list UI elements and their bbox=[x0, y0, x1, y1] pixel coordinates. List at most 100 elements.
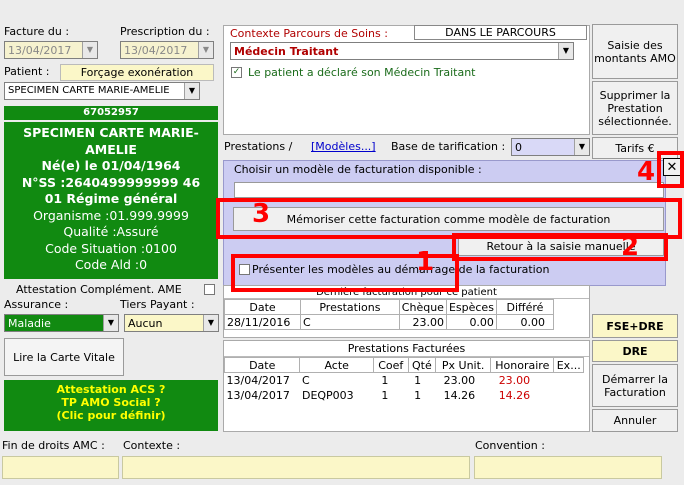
table-cell: DEQP003 bbox=[301, 388, 354, 402]
card-name-line1: SPECIMEN CARTE MARIE- bbox=[23, 125, 199, 140]
chevron-down-icon[interactable]: ▼ bbox=[203, 315, 218, 331]
facture-date-label: Facture du : bbox=[4, 25, 70, 38]
card-regime: 01 Régime général bbox=[44, 191, 178, 206]
contexte-label: Contexte Parcours de Soins : bbox=[230, 27, 388, 40]
card-born: Né(e) le 01/04/1964 bbox=[41, 158, 181, 173]
patient-number: 67052957 bbox=[4, 106, 218, 120]
card-nss: N°SS :2640499999999 46 bbox=[21, 174, 201, 190]
table-cell: 23.00 bbox=[398, 314, 447, 330]
medecin-traitant-select[interactable]: Médecin Traitant ▼ bbox=[230, 42, 574, 60]
patient-select[interactable]: SPECIMEN CARTE MARIE-AMELIE ▼ bbox=[4, 82, 200, 100]
column-header: Chèque bbox=[398, 299, 447, 315]
dre-button[interactable]: DRE bbox=[592, 340, 678, 362]
attestation-amc-checkbox[interactable] bbox=[204, 284, 215, 295]
card-organisme: Organisme :01.999.9999 bbox=[33, 207, 189, 223]
chevron-down-icon[interactable]: ▼ bbox=[574, 139, 589, 155]
column-header: Ex... bbox=[553, 357, 584, 373]
medecin-declared-label: Le patient a déclaré son Médecin Traitan… bbox=[248, 66, 476, 79]
tiers-payant-select[interactable]: Aucun ▼ bbox=[124, 314, 219, 332]
vitale-card-info: SPECIMEN CARTE MARIE- AMELIE Né(e) le 01… bbox=[4, 122, 218, 279]
acs-line2: TP AMO Social ? bbox=[61, 396, 161, 409]
chevron-down-icon[interactable]: ▼ bbox=[198, 42, 213, 58]
supprimer-prestation-button[interactable]: Supprimer la Prestation sélectionnée. bbox=[592, 81, 678, 135]
column-header: Honoraire bbox=[490, 357, 555, 373]
column-header: Prestations bbox=[300, 299, 400, 315]
table-cell: 23.00 bbox=[443, 373, 476, 387]
prescription-date-field[interactable]: 13/04/2017 ▼ bbox=[120, 41, 214, 59]
chevron-down-icon[interactable]: ▼ bbox=[558, 43, 573, 59]
modele-select[interactable] bbox=[234, 182, 664, 198]
acs-attestation-box[interactable]: Attestation ACS ? TP AMO Social ? (Clic … bbox=[4, 380, 218, 431]
annotation-number-3: 3 bbox=[252, 199, 271, 229]
base-tarification-select[interactable]: 0 ▼ bbox=[511, 138, 590, 156]
table-cell bbox=[554, 373, 584, 388]
column-header: Acte bbox=[299, 357, 374, 373]
prescription-date-label: Prescription du : bbox=[120, 25, 210, 38]
fin-droits-field bbox=[2, 456, 119, 479]
assurance-select[interactable]: Maladie ▼ bbox=[4, 314, 119, 332]
table-cell: 0.00 bbox=[495, 314, 555, 330]
table-cell: 1 bbox=[414, 388, 422, 402]
column-header: Qté bbox=[407, 357, 437, 373]
table-row[interactable]: 13/04/2017 C 1 1 23.00 23.00 bbox=[225, 373, 584, 388]
convention-field bbox=[474, 456, 662, 479]
chevron-down-icon[interactable]: ▼ bbox=[103, 315, 118, 331]
fin-droits-label: Fin de droits AMC : bbox=[2, 439, 105, 452]
table-cell: 14.26 bbox=[443, 388, 476, 402]
lire-carte-vitale-button[interactable]: Lire la Carte Vitale bbox=[4, 338, 124, 376]
card-code-situation: Code Situation :0100 bbox=[45, 240, 177, 256]
billed-title: Prestations Facturées bbox=[224, 341, 589, 357]
chevron-down-icon[interactable]: ▼ bbox=[184, 83, 199, 99]
acs-line3: (Clic pour définir) bbox=[56, 409, 166, 422]
base-tarification-label: Base de tarification : bbox=[391, 140, 506, 153]
choose-modele-label: Choisir un modèle de facturation disponi… bbox=[234, 163, 482, 176]
annotation-box-3 bbox=[216, 198, 682, 239]
table-cell bbox=[554, 388, 584, 403]
column-header: Coef bbox=[372, 357, 409, 373]
annotation-box-4 bbox=[657, 151, 684, 188]
medecin-declared-checkbox[interactable]: ✓ bbox=[231, 67, 242, 78]
tiers-payant-label: Tiers Payant : bbox=[120, 298, 195, 311]
convention-label: Convention : bbox=[475, 439, 545, 452]
forcage-exoneration-button[interactable]: Forçage exonération bbox=[60, 64, 214, 81]
card-qualite: Qualité :Assuré bbox=[63, 224, 159, 239]
facture-date-field[interactable]: 13/04/2017 ▼ bbox=[4, 41, 98, 59]
contexte-field bbox=[122, 456, 470, 479]
annotation-number-4: 4 bbox=[637, 157, 656, 187]
column-header: Différé bbox=[495, 299, 555, 315]
card-name-line2: AMELIE bbox=[85, 141, 137, 157]
modeles-link[interactable]: [Modèles...] bbox=[311, 140, 376, 153]
table-cell: C bbox=[300, 314, 400, 330]
annuler-button[interactable]: Annuler bbox=[592, 409, 678, 432]
card-code-ald: Code Ald :0 bbox=[74, 257, 148, 272]
billed-prestations-panel: Prestations Facturées Date Acte Coef Qté… bbox=[223, 340, 590, 432]
billed-table: Date Acte Coef Qté Px Unit. Honoraire Ex… bbox=[223, 357, 584, 403]
last-billing-panel: Dernière facturation pour ce patient Dat… bbox=[223, 285, 590, 338]
acs-line1: Attestation ACS ? bbox=[56, 383, 166, 396]
annotation-number-1: 1 bbox=[416, 247, 435, 277]
column-header: Espèces bbox=[445, 299, 497, 315]
table-cell: 23.00 bbox=[498, 373, 531, 387]
table-cell: 13/04/2017 bbox=[226, 373, 290, 387]
patient-label: Patient : bbox=[4, 65, 50, 78]
table-cell: 1 bbox=[381, 373, 389, 387]
chevron-down-icon[interactable]: ▼ bbox=[82, 42, 97, 58]
attestation-amc-label: Attestation Complément. AME bbox=[16, 283, 182, 296]
column-header: Date bbox=[223, 357, 301, 373]
table-cell: 13/04/2017 bbox=[226, 388, 290, 402]
table-row[interactable]: 28/11/2016 C 23.00 0.00 0.00 bbox=[223, 314, 555, 330]
parcours-status: DANS LE PARCOURS bbox=[414, 25, 587, 40]
table-cell: C bbox=[301, 373, 310, 387]
column-header: Px Unit. bbox=[435, 357, 492, 373]
assurance-label: Assurance : bbox=[4, 298, 69, 311]
table-cell: 14.26 bbox=[498, 388, 531, 402]
table-cell: 1 bbox=[381, 388, 389, 402]
last-billing-table: Date Prestations Chèque Espèces Différé … bbox=[223, 299, 555, 330]
column-header: Date bbox=[223, 299, 302, 315]
fse-dre-button[interactable]: FSE+DRE bbox=[592, 314, 678, 338]
demarrer-facturation-button[interactable]: Démarrer la Facturation bbox=[592, 364, 678, 407]
saisie-amo-button[interactable]: Saisie des montants AMO bbox=[592, 24, 678, 79]
table-row[interactable]: 13/04/2017 DEQP003 1 1 14.26 14.26 bbox=[225, 388, 584, 403]
prestations-label: Prestations / bbox=[224, 140, 293, 153]
table-cell: 1 bbox=[414, 373, 422, 387]
